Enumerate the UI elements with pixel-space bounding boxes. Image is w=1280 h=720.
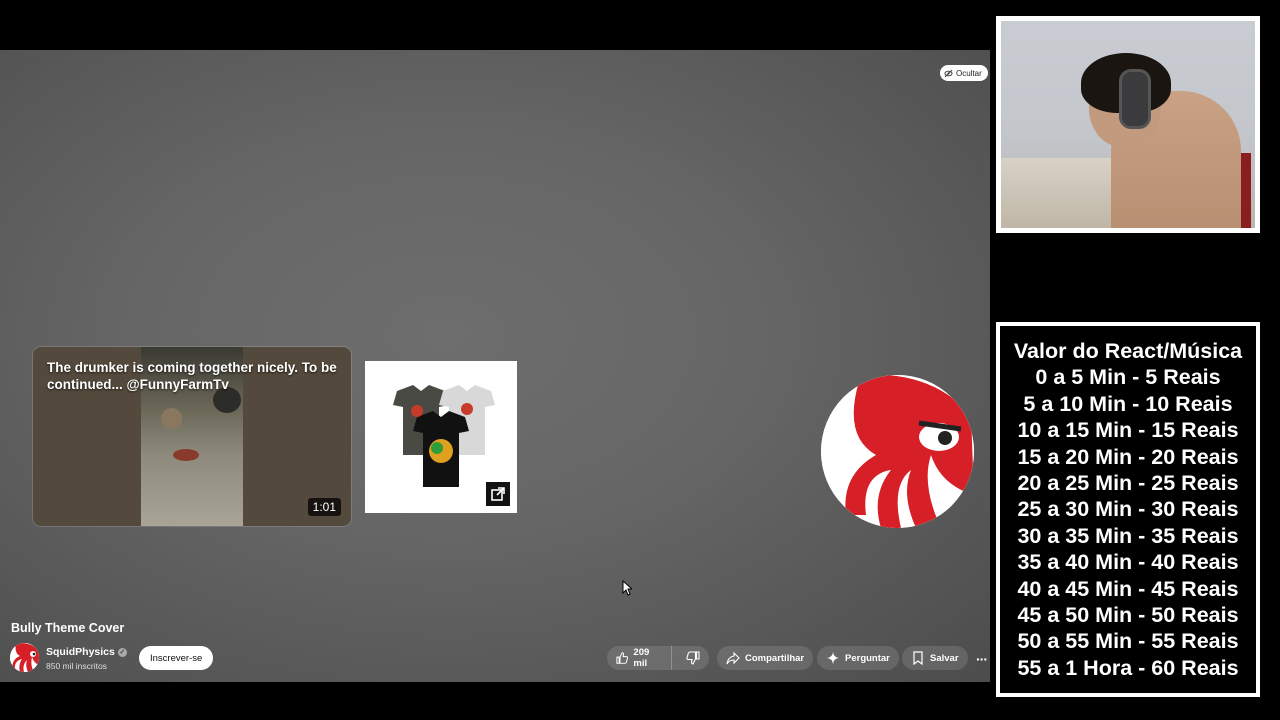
price-item: 35 a 40 Min - 40 Reais (1017, 550, 1239, 575)
share-button[interactable]: Compartilhar (717, 646, 814, 670)
price-item: 0 a 5 Min - 5 Reais (1035, 365, 1221, 390)
end-screen-merch-card[interactable] (365, 361, 517, 513)
price-item: 10 a 15 Min - 15 Reais (1017, 418, 1239, 443)
price-item: 40 a 45 Min - 45 Reais (1017, 576, 1239, 601)
end-screen-video-card[interactable]: The drumker is coming together nicely. T… (33, 347, 351, 526)
ask-label: Perguntar (845, 652, 890, 664)
more-actions-button[interactable]: ··· (976, 651, 988, 667)
price-item: 45 a 50 Min - 50 Reais (1017, 603, 1239, 628)
external-link-icon (486, 482, 510, 506)
hide-overlay-button[interactable]: Ocultar (940, 65, 988, 81)
eye-off-icon (944, 69, 953, 77)
save-button[interactable]: Salvar (902, 646, 968, 670)
like-button[interactable]: 209 mil (607, 646, 672, 670)
channel-name-text: SquidPhysics (46, 646, 115, 658)
channel-subscribe-bubble[interactable] (821, 375, 974, 528)
webcam-overlay (996, 16, 1260, 233)
card-video-duration: 1:01 (307, 498, 341, 516)
price-item: 5 a 10 Min - 10 Reais (1023, 391, 1233, 416)
card-video-title: The drumker is coming together nicely. T… (47, 360, 337, 392)
price-item: 25 a 30 Min - 30 Reais (1017, 497, 1239, 522)
webcam-feed (1001, 21, 1255, 228)
price-item: 55 a 1 Hora - 60 Reais (1017, 655, 1239, 680)
price-list-overlay: Valor do React/Música 0 a 5 Min - 5 Reai… (996, 322, 1260, 697)
price-list-title: Valor do React/Música (1013, 339, 1243, 363)
like-count: 209 mil (633, 647, 650, 669)
sparkle-icon (827, 652, 839, 664)
share-arrow-icon (726, 651, 740, 665)
price-item: 30 a 35 Min - 35 Reais (1017, 523, 1239, 548)
hide-overlay-label: Ocultar (956, 68, 982, 78)
tshirt-merch-image (393, 385, 495, 487)
verified-check-icon: ✓ (117, 647, 127, 657)
price-list-panel: Valor do React/Música 0 a 5 Min - 5 Reai… (1000, 326, 1256, 693)
price-item: 50 a 55 Min - 55 Reais (1017, 629, 1239, 654)
squid-logo-icon (821, 375, 974, 528)
price-item: 20 a 25 Min - 25 Reais (1017, 471, 1239, 496)
subscriber-count: 850 mil inscritos (46, 661, 107, 671)
thumbs-down-icon (686, 651, 700, 665)
mouse-cursor-icon (622, 580, 632, 596)
headphones-icon (1119, 69, 1151, 129)
ask-button[interactable]: Perguntar (817, 646, 899, 670)
share-label: Compartilhar (745, 652, 805, 664)
channel-avatar[interactable] (10, 643, 39, 672)
squid-avatar-icon (10, 643, 39, 672)
dislike-button[interactable] (677, 646, 709, 670)
price-item: 15 a 20 Min - 20 Reais (1017, 444, 1239, 469)
video-title: Bully Theme Cover (11, 621, 125, 635)
like-dislike-group: 209 mil (607, 646, 709, 670)
save-label: Salvar (930, 652, 959, 664)
channel-name[interactable]: SquidPhysics ✓ (46, 646, 127, 658)
subscribe-button[interactable]: Inscrever-se (139, 646, 214, 670)
thumbnail-wheelbarrow (173, 449, 199, 461)
thumbs-up-icon (616, 652, 629, 664)
bookmark-icon (913, 651, 923, 665)
